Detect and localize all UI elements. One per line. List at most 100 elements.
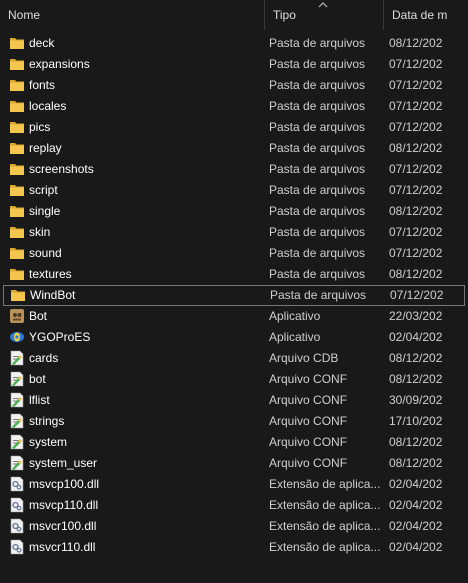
column-header-type[interactable]: Tipo <box>264 0 382 30</box>
file-date: 07/12/202 <box>389 246 443 260</box>
folder-icon <box>9 161 25 177</box>
file-date: 22/03/202 <box>389 309 443 323</box>
column-header-bar: Nome Tipo Data de m <box>0 0 468 30</box>
file-name: msvcr110.dll <box>29 540 96 554</box>
file-row-skin[interactable]: skin Pasta de arquivos 07/12/202 <box>0 222 468 243</box>
file-row-script[interactable]: script Pasta de arquivos 07/12/202 <box>0 180 468 201</box>
file-date: 08/12/202 <box>389 435 443 449</box>
file-row-locales[interactable]: locales Pasta de arquivos 07/12/202 <box>0 96 468 117</box>
folder-icon <box>9 119 25 135</box>
dll-file-icon <box>9 518 25 534</box>
file-row-sound[interactable]: sound Pasta de arquivos 07/12/202 <box>0 243 468 264</box>
file-row-system[interactable]: system Arquivo CONF 08/12/202 <box>0 432 468 453</box>
file-name: expansions <box>29 57 90 71</box>
file-row-windbot[interactable]: WindBot Pasta de arquivos 07/12/202 <box>3 285 465 306</box>
folder-icon <box>9 35 25 51</box>
file-name: deck <box>29 36 55 50</box>
file-date: 02/04/202 <box>389 330 443 344</box>
file-name: cards <box>29 351 59 365</box>
file-list: deck Pasta de arquivos 08/12/202 expansions… <box>0 33 468 558</box>
file-date: 08/12/202 <box>389 372 443 386</box>
file-type: Aplicativo <box>269 330 321 344</box>
file-type: Pasta de arquivos <box>269 204 366 218</box>
file-row-screenshots[interactable]: screenshots Pasta de arquivos 07/12/202 <box>0 159 468 180</box>
file-type: Pasta de arquivos <box>270 288 367 302</box>
file-name: msvcr100.dll <box>29 519 97 533</box>
dll-file-icon <box>9 497 25 513</box>
file-type: Pasta de arquivos <box>269 225 366 239</box>
file-name: YGOProES <box>29 330 91 344</box>
file-row-ygoproes[interactable]: YGOProES Aplicativo 02/04/202 <box>0 327 468 348</box>
file-row-msvcp100-dll[interactable]: msvcp100.dll Extensão de aplica... 02/04/2… <box>0 474 468 495</box>
column-header-name[interactable]: Nome <box>0 0 263 30</box>
file-row-fonts[interactable]: fonts Pasta de arquivos 07/12/202 <box>0 75 468 96</box>
file-name: script <box>29 183 58 197</box>
file-date: 02/04/202 <box>389 477 443 491</box>
file-date: 08/12/202 <box>389 351 443 365</box>
file-date: 07/12/202 <box>389 57 443 71</box>
file-row-expansions[interactable]: expansions Pasta de arquivos 07/12/202 <box>0 54 468 75</box>
file-name: replay <box>29 141 62 155</box>
file-type: Pasta de arquivos <box>269 36 366 50</box>
file-name: bot <box>29 372 46 386</box>
data-file-icon <box>9 371 25 387</box>
file-date: 08/12/202 <box>389 267 443 281</box>
file-date: 17/10/202 <box>389 414 443 428</box>
file-row-msvcr110-dll[interactable]: msvcr110.dll Extensão de aplica... 02/04/2… <box>0 537 468 558</box>
folder-icon <box>9 203 25 219</box>
file-row-bot[interactable]: Bot Aplicativo 22/03/202 <box>0 306 468 327</box>
file-date: 02/04/202 <box>389 540 443 554</box>
file-row-pics[interactable]: pics Pasta de arquivos 07/12/202 <box>0 117 468 138</box>
file-type: Arquivo CONF <box>269 393 348 407</box>
file-date: 07/12/202 <box>389 225 443 239</box>
folder-icon <box>9 140 25 156</box>
file-type: Pasta de arquivos <box>269 120 366 134</box>
file-type: Pasta de arquivos <box>269 78 366 92</box>
file-type: Arquivo CDB <box>269 351 339 365</box>
file-name: pics <box>29 120 51 134</box>
file-row-deck[interactable]: deck Pasta de arquivos 08/12/202 <box>0 33 468 54</box>
dll-file-icon <box>9 539 25 555</box>
file-row-textures[interactable]: textures Pasta de arquivos 08/12/202 <box>0 264 468 285</box>
file-type: Arquivo CONF <box>269 372 348 386</box>
file-type: Pasta de arquivos <box>269 267 366 281</box>
file-date: 07/12/202 <box>389 99 443 113</box>
file-row-msvcr100-dll[interactable]: msvcr100.dll Extensão de aplica... 02/04/2… <box>0 516 468 537</box>
file-name: sound <box>29 246 62 260</box>
file-name: Bot <box>29 309 48 323</box>
file-name: system <box>29 435 68 449</box>
file-date: 02/04/202 <box>389 519 443 533</box>
data-file-icon <box>9 350 25 366</box>
file-date: 02/04/202 <box>389 498 443 512</box>
file-name: WindBot <box>30 288 76 302</box>
file-row-cards[interactable]: cards Arquivo CDB 08/12/202 <box>0 348 468 369</box>
file-type: Pasta de arquivos <box>269 99 366 113</box>
file-type: Arquivo CONF <box>269 456 348 470</box>
file-type: Extensão de aplica... <box>269 498 381 512</box>
file-date: 07/12/202 <box>390 288 444 302</box>
file-row-system-user[interactable]: system_user Arquivo CONF 08/12/202 <box>0 453 468 474</box>
file-row-strings[interactable]: strings Arquivo CONF 17/10/202 <box>0 411 468 432</box>
dll-file-icon <box>9 476 25 492</box>
data-file-icon <box>9 392 25 408</box>
file-name: lflist <box>29 393 50 407</box>
folder-icon <box>9 245 25 261</box>
file-type: Arquivo CONF <box>269 435 348 449</box>
file-date: 08/12/202 <box>389 141 443 155</box>
folder-icon <box>9 77 25 93</box>
file-row-bot[interactable]: bot Arquivo CONF 08/12/202 <box>0 369 468 390</box>
file-row-msvcp110-dll[interactable]: msvcp110.dll Extensão de aplica... 02/04/2… <box>0 495 468 516</box>
folder-icon <box>9 266 25 282</box>
folder-icon <box>9 56 25 72</box>
folder-icon <box>9 98 25 114</box>
file-date: 07/12/202 <box>389 162 443 176</box>
file-row-lflist[interactable]: lflist Arquivo CONF 30/09/202 <box>0 390 468 411</box>
file-date: 07/12/202 <box>389 78 443 92</box>
file-type: Pasta de arquivos <box>269 57 366 71</box>
file-row-single[interactable]: single Pasta de arquivos 08/12/202 <box>0 201 468 222</box>
column-header-date[interactable]: Data de m <box>383 0 468 30</box>
file-row-replay[interactable]: replay Pasta de arquivos 08/12/202 <box>0 138 468 159</box>
file-date: 30/09/202 <box>389 393 443 407</box>
file-type: Pasta de arquivos <box>269 183 366 197</box>
folder-icon <box>10 287 26 303</box>
